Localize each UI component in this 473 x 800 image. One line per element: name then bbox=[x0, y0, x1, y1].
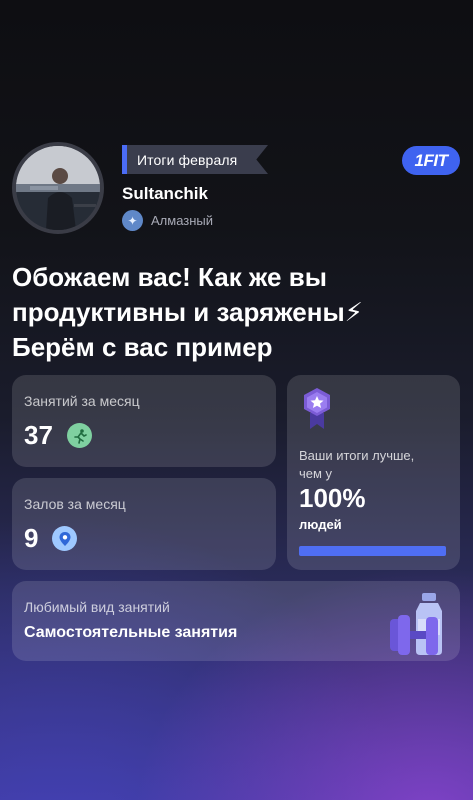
comparison-card: Ваши итоги лучше, чем у 100% людей bbox=[287, 375, 460, 570]
comparison-text-line-1: Ваши итоги лучше, bbox=[299, 448, 415, 463]
dumbbell-bottle-icon bbox=[390, 593, 442, 655]
running-icon bbox=[67, 423, 92, 448]
diamond-tier-icon: ✦ bbox=[122, 210, 143, 231]
ribbon-label: Итоги февраля bbox=[137, 151, 238, 168]
location-pin-icon bbox=[52, 526, 77, 551]
avatar[interactable] bbox=[12, 142, 104, 234]
sessions-value: 37 bbox=[24, 420, 53, 450]
comparison-people: людей bbox=[299, 517, 342, 532]
tier-label: Алмазный bbox=[151, 213, 214, 228]
sessions-label: Занятий за месяц bbox=[24, 393, 140, 409]
username: Sultanchik bbox=[122, 184, 208, 203]
favorite-label: Любимый вид занятий bbox=[24, 599, 170, 615]
favorite-value: Самостоятельные занятия bbox=[24, 624, 238, 641]
brand-logo: 1FIT bbox=[402, 146, 460, 175]
headline: Обожаем вас! Как же вы продуктивны и зар… bbox=[12, 260, 452, 365]
gyms-value: 9 bbox=[24, 523, 39, 553]
medal-star-icon bbox=[304, 388, 330, 429]
comparison-text: Ваши итоги лучше, чем у bbox=[299, 447, 414, 483]
comparison-percent: 100% bbox=[299, 483, 366, 513]
comparison-progress-bar bbox=[299, 546, 446, 556]
summary-header: Итоги февраля Sultanchik ✦ Алмазный 1FIT bbox=[0, 0, 473, 250]
favorite-activity-card: Любимый вид занятий Самостоятельные заня… bbox=[12, 581, 460, 661]
comparison-text-line-2: чем у bbox=[299, 466, 333, 481]
avatar-photo bbox=[16, 146, 100, 230]
membership-tier: ✦ Алмазный bbox=[122, 210, 213, 231]
sessions-card: Занятий за месяц 37 bbox=[12, 375, 276, 467]
month-summary-ribbon: Итоги февраля bbox=[122, 145, 268, 174]
gyms-card: Залов за месяц 9 bbox=[12, 478, 276, 570]
headline-line-1: Обожаем вас! Как же вы bbox=[12, 262, 327, 292]
headline-line-3: Берём с вас пример bbox=[12, 332, 273, 362]
headline-line-2: продуктивны и заряжены⚡ bbox=[12, 297, 363, 327]
gyms-label: Залов за месяц bbox=[24, 496, 126, 512]
comparison-progress-fill bbox=[299, 546, 446, 556]
